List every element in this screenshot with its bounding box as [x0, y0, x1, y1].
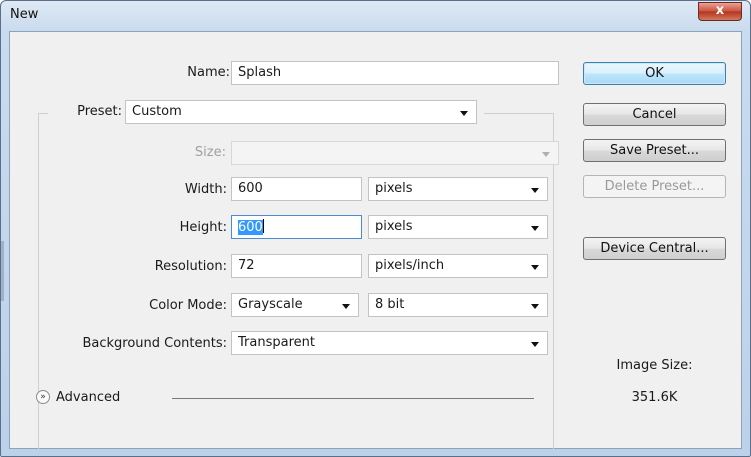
cancel-button[interactable]: Cancel: [583, 103, 726, 126]
chevron-down-icon: [542, 152, 550, 157]
width-unit-dropdown[interactable]: pixels: [368, 177, 548, 201]
color-mode-label: Color Mode:: [149, 298, 227, 313]
background-contents-dropdown[interactable]: Transparent: [231, 331, 548, 355]
chevron-down-icon: [531, 304, 539, 309]
preset-group-border-top-right: [484, 113, 554, 114]
title-bar[interactable]: New x: [1, 1, 750, 31]
bit-depth-dropdown[interactable]: 8 bit: [368, 293, 548, 317]
device-central-button[interactable]: Device Central...: [583, 237, 726, 260]
image-size-value: 351.6K: [631, 390, 678, 405]
color-mode-value: Grayscale: [238, 297, 303, 312]
chevron-down-icon: [460, 111, 468, 116]
height-unit-value: pixels: [375, 219, 413, 234]
height-input[interactable]: 600: [231, 215, 362, 239]
close-button[interactable]: x: [698, 2, 742, 21]
resolution-value: 72: [238, 258, 255, 273]
double-chevron-down-icon[interactable]: »: [36, 390, 50, 404]
chevron-down-icon: [531, 188, 539, 193]
size-label: Size:: [194, 145, 226, 160]
name-value: Splash: [238, 65, 282, 80]
name-label: Name:: [187, 65, 230, 80]
width-value: 600: [238, 181, 263, 196]
advanced-toggle-label[interactable]: Advanced: [56, 390, 120, 405]
resolution-input[interactable]: 72: [231, 254, 362, 278]
height-label: Height:: [179, 220, 227, 235]
background-contents-label: Background Contents:: [82, 336, 227, 351]
height-unit-dropdown[interactable]: pixels: [368, 215, 548, 239]
text-caret: [262, 219, 264, 233]
background-contents-value: Transparent: [238, 335, 315, 350]
delete-preset-button: Delete Preset...: [583, 175, 726, 198]
resolution-unit-dropdown[interactable]: pixels/inch: [368, 254, 548, 278]
size-dropdown[interactable]: [231, 141, 559, 165]
chevron-down-icon: [531, 265, 539, 270]
ok-button[interactable]: OK: [583, 62, 726, 85]
preset-group-border-top-left: [38, 113, 48, 114]
resolution-label: Resolution:: [154, 259, 227, 274]
advanced-divider: [172, 398, 534, 399]
chevron-down-icon: [531, 342, 539, 347]
preset-value: Custom: [132, 104, 182, 119]
chevron-down-icon: [531, 226, 539, 231]
image-size-label: Image Size:: [616, 358, 693, 373]
color-mode-dropdown[interactable]: Grayscale: [231, 293, 359, 317]
height-value: 600: [238, 220, 263, 235]
window-title: New: [10, 7, 39, 22]
width-input[interactable]: 600: [231, 177, 362, 201]
width-label: Width:: [184, 182, 227, 197]
resolution-unit-value: pixels/inch: [375, 258, 445, 273]
width-unit-value: pixels: [375, 181, 413, 196]
preset-dropdown[interactable]: Custom: [125, 100, 477, 124]
close-icon: x: [715, 3, 725, 18]
new-document-dialog: New x Name: Splash Preset: Custom Size: …: [0, 0, 751, 457]
save-preset-button[interactable]: Save Preset...: [583, 139, 726, 162]
bit-depth-value: 8 bit: [375, 297, 405, 312]
preset-label: Preset:: [77, 104, 122, 119]
name-input[interactable]: Splash: [231, 61, 559, 85]
chevron-down-icon: [342, 304, 350, 309]
dialog-body: Name: Splash Preset: Custom Size: Width:…: [9, 31, 742, 449]
window-edge-accent: [1, 241, 4, 301]
